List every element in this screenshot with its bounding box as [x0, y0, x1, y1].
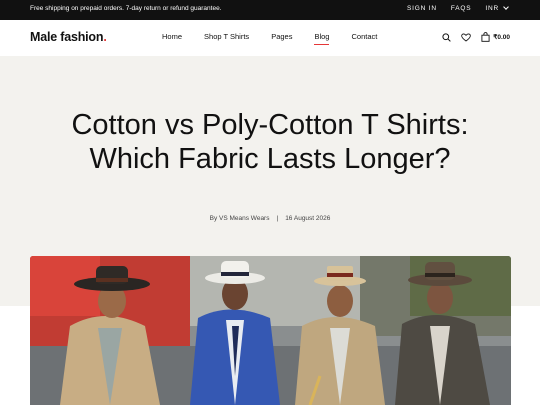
site-header: Male fashion. Home Shop T Shirts Pages B… [0, 20, 540, 56]
top-announcement-bar: Free shipping on prepaid orders. 7-day r… [0, 0, 540, 20]
heart-icon[interactable] [461, 32, 471, 42]
main-nav: Home Shop T Shirts Pages Blog Contact [162, 32, 377, 45]
logo-text: Male fashion [30, 30, 104, 44]
top-links: SIGN IN FAQS INR [407, 4, 509, 12]
nav-shop-t-shirts[interactable]: Shop T Shirts [204, 32, 249, 41]
faqs-link[interactable]: FAQS [451, 5, 472, 12]
logo-dot: . [103, 30, 107, 44]
cart-total[interactable]: ₹0.00 [493, 33, 510, 41]
nav-contact[interactable]: Contact [351, 32, 377, 41]
meta-separator: | [276, 215, 279, 222]
nav-home[interactable]: Home [162, 32, 182, 41]
currency-label: INR [485, 5, 499, 12]
search-icon[interactable] [442, 32, 451, 42]
shipping-notice: Free shipping on prepaid orders. 7-day r… [30, 5, 222, 12]
article-date: 16 August 2026 [285, 215, 331, 222]
sign-in-link[interactable]: SIGN IN [407, 5, 437, 12]
article-author: By VS Means Wears [209, 215, 270, 222]
nav-pages[interactable]: Pages [271, 32, 292, 41]
article-meta: By VS Means Wears | 16 August 2026 [0, 215, 540, 222]
currency-selector[interactable]: INR [485, 4, 509, 12]
bag-icon[interactable] [481, 32, 490, 42]
article-title: Cotton vs Poly-Cotton T Shirts: Which Fa… [71, 109, 469, 175]
chevron-down-icon [503, 4, 509, 10]
article-featured-image [30, 256, 511, 405]
four-men-in-hats-photo [30, 256, 511, 405]
site-logo[interactable]: Male fashion. [30, 30, 107, 44]
nav-blog[interactable]: Blog [314, 32, 330, 45]
header-actions: ₹0.00 [442, 32, 510, 42]
